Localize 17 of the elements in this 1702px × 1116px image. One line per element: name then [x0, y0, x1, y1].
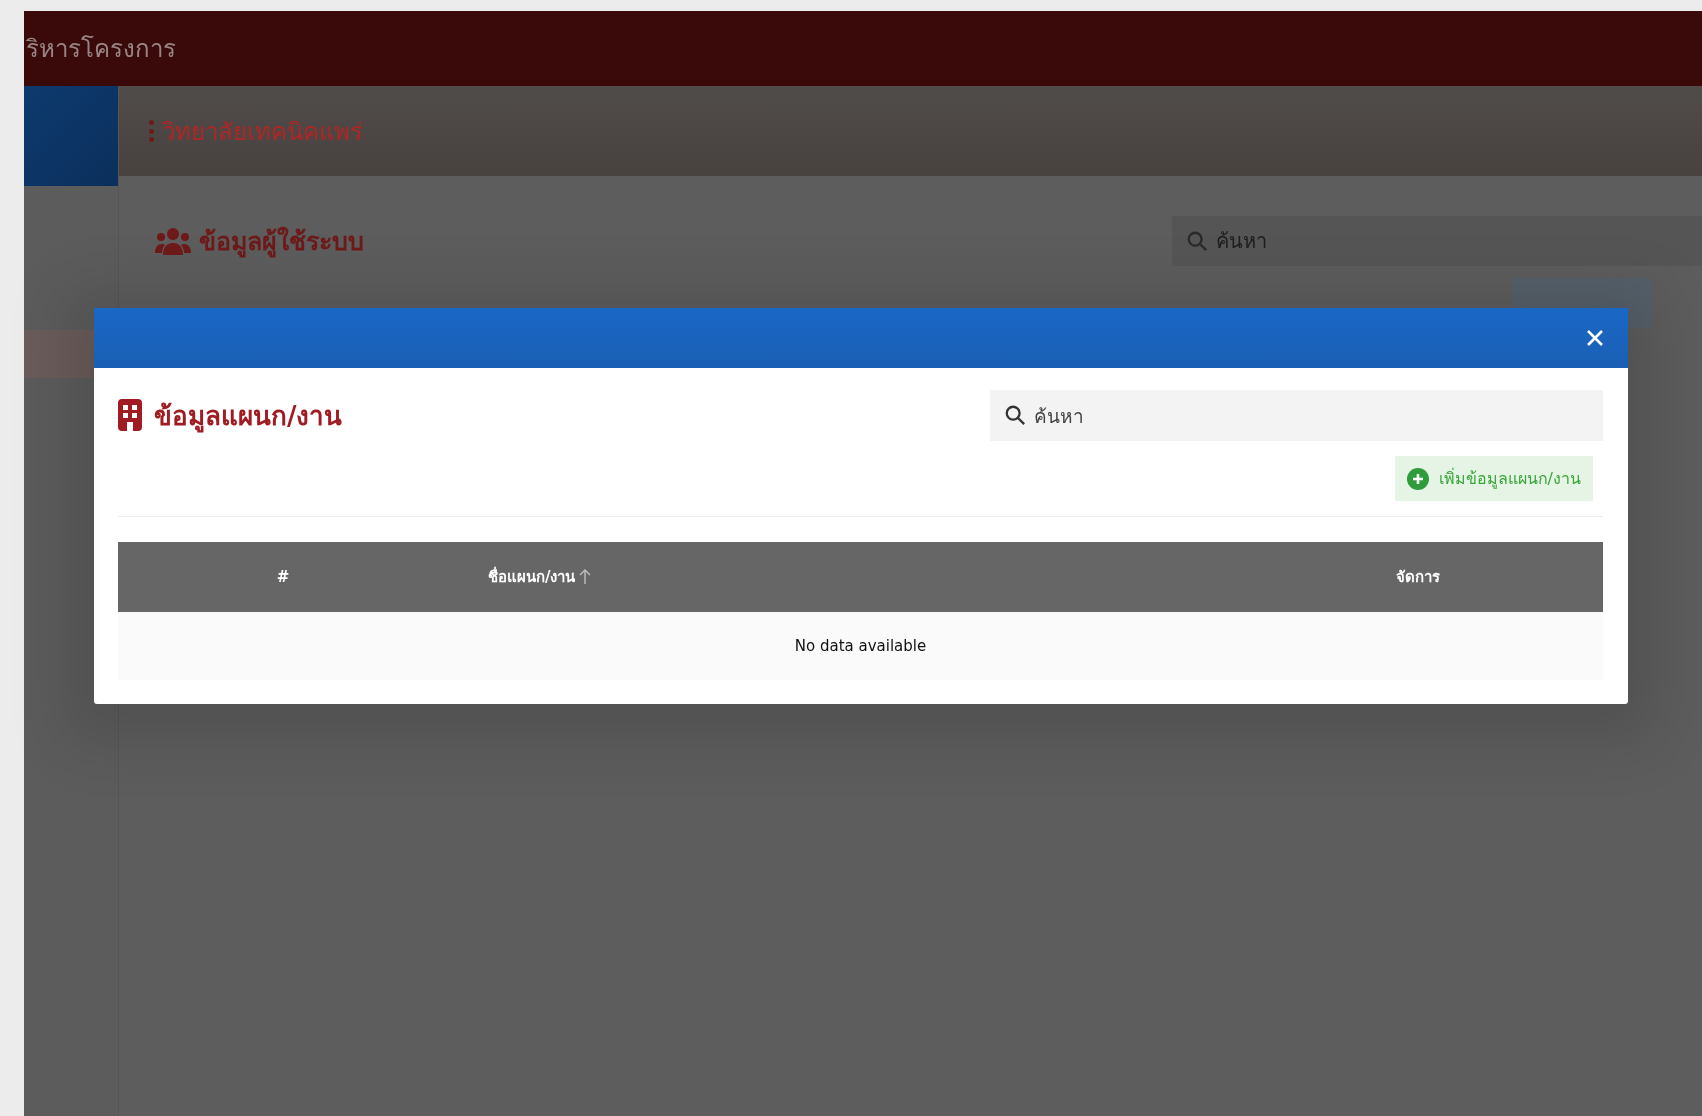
modal-title: ข้อมูลแผนก/งาน	[154, 399, 343, 435]
column-header[interactable]: จัดการ	[1233, 565, 1603, 589]
search-icon	[1186, 230, 1208, 252]
search-field[interactable]: ค้นหา	[990, 390, 1603, 441]
column-header[interactable]: #	[118, 568, 448, 586]
dots-icon	[149, 120, 154, 142]
close-icon	[1586, 329, 1604, 347]
app-title: ริหารโครงการ	[26, 34, 176, 65]
column-header[interactable]: ชื่อแผนก/งาน	[448, 565, 1233, 589]
plus-circle-icon	[1406, 467, 1429, 490]
users-icon	[155, 227, 191, 255]
building-icon	[118, 399, 142, 431]
empty-message: No data available	[794, 637, 927, 655]
search-icon	[1004, 404, 1026, 426]
college-name: วิทยาลัยเทคนิคแพร่	[162, 116, 363, 148]
page-title: ข้อมูลผู้ใช้ระบบ	[199, 225, 364, 260]
search-field[interactable]: ค้นหา	[1172, 216, 1702, 266]
